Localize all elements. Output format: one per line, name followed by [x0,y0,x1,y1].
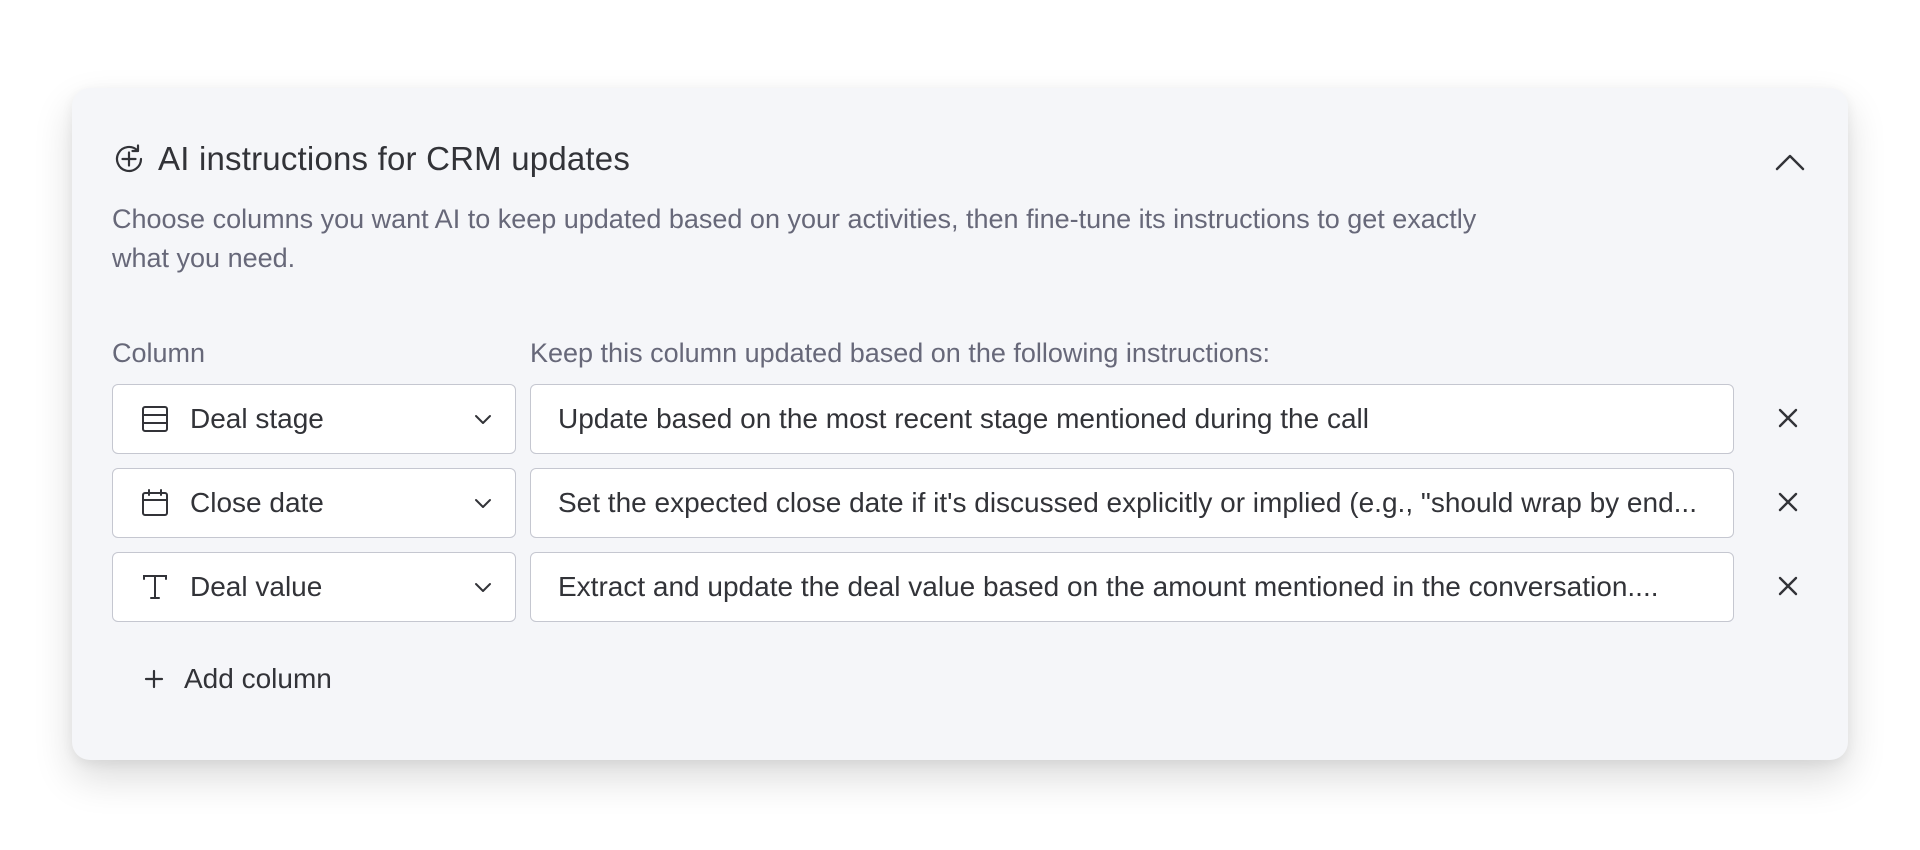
instruction-input-deal-value[interactable]: Extract and update the deal value based … [530,552,1734,622]
instruction-row: Close date Set the expected close date i… [112,468,1832,538]
ai-sparkle-refresh-icon [112,142,146,176]
instruction-text: Update based on the most recent stage me… [558,403,1369,434]
column-select-deal-value[interactable]: Deal value [112,552,516,622]
instruction-row: Deal stage Update based on the most rece… [112,384,1832,454]
close-icon [1778,408,1798,428]
remove-row-button[interactable] [1774,404,1802,432]
column-select-label: Deal value [190,571,323,602]
instruction-input-deal-stage[interactable]: Update based on the most recent stage me… [530,384,1734,454]
chevron-down-icon [475,583,491,592]
add-column-label: Add column [184,663,332,694]
panel-description: Choose columns you want AI to keep updat… [112,204,1477,273]
instruction-text: Extract and update the deal value based … [558,571,1659,602]
add-column-button[interactable]: Add column [142,663,332,695]
ai-instructions-panel: AI instructions for CRM updates Choose c… [72,88,1848,760]
collapse-button[interactable] [1772,144,1808,180]
panel-header: AI instructions for CRM updates [112,140,630,178]
column-select-label: Deal stage [190,403,324,434]
calendar-icon [142,489,168,516]
close-icon [1778,576,1798,596]
chevron-down-icon [475,499,491,508]
close-icon [1778,492,1798,512]
column-select-close-date[interactable]: Close date [112,468,516,538]
column-header: Column [112,338,206,368]
column-select-deal-stage[interactable]: Deal stage [112,384,516,454]
plus-icon [144,669,164,689]
text-type-icon [143,575,167,599]
instruction-input-close-date[interactable]: Set the expected close date if it's disc… [530,468,1734,538]
instruction-row: Deal value Extract and update the deal v… [112,552,1832,622]
chevron-up-icon [1775,154,1805,171]
status-list-icon [142,406,168,432]
remove-row-button[interactable] [1774,488,1802,516]
instruction-text: Set the expected close date if it's disc… [558,487,1697,518]
column-select-label: Close date [190,487,324,518]
remove-row-button[interactable] [1774,572,1802,600]
instructions-header: Keep this column updated based on the fo… [530,338,1270,368]
chevron-down-icon [475,415,491,424]
panel-title: AI instructions for CRM updates [158,140,631,177]
